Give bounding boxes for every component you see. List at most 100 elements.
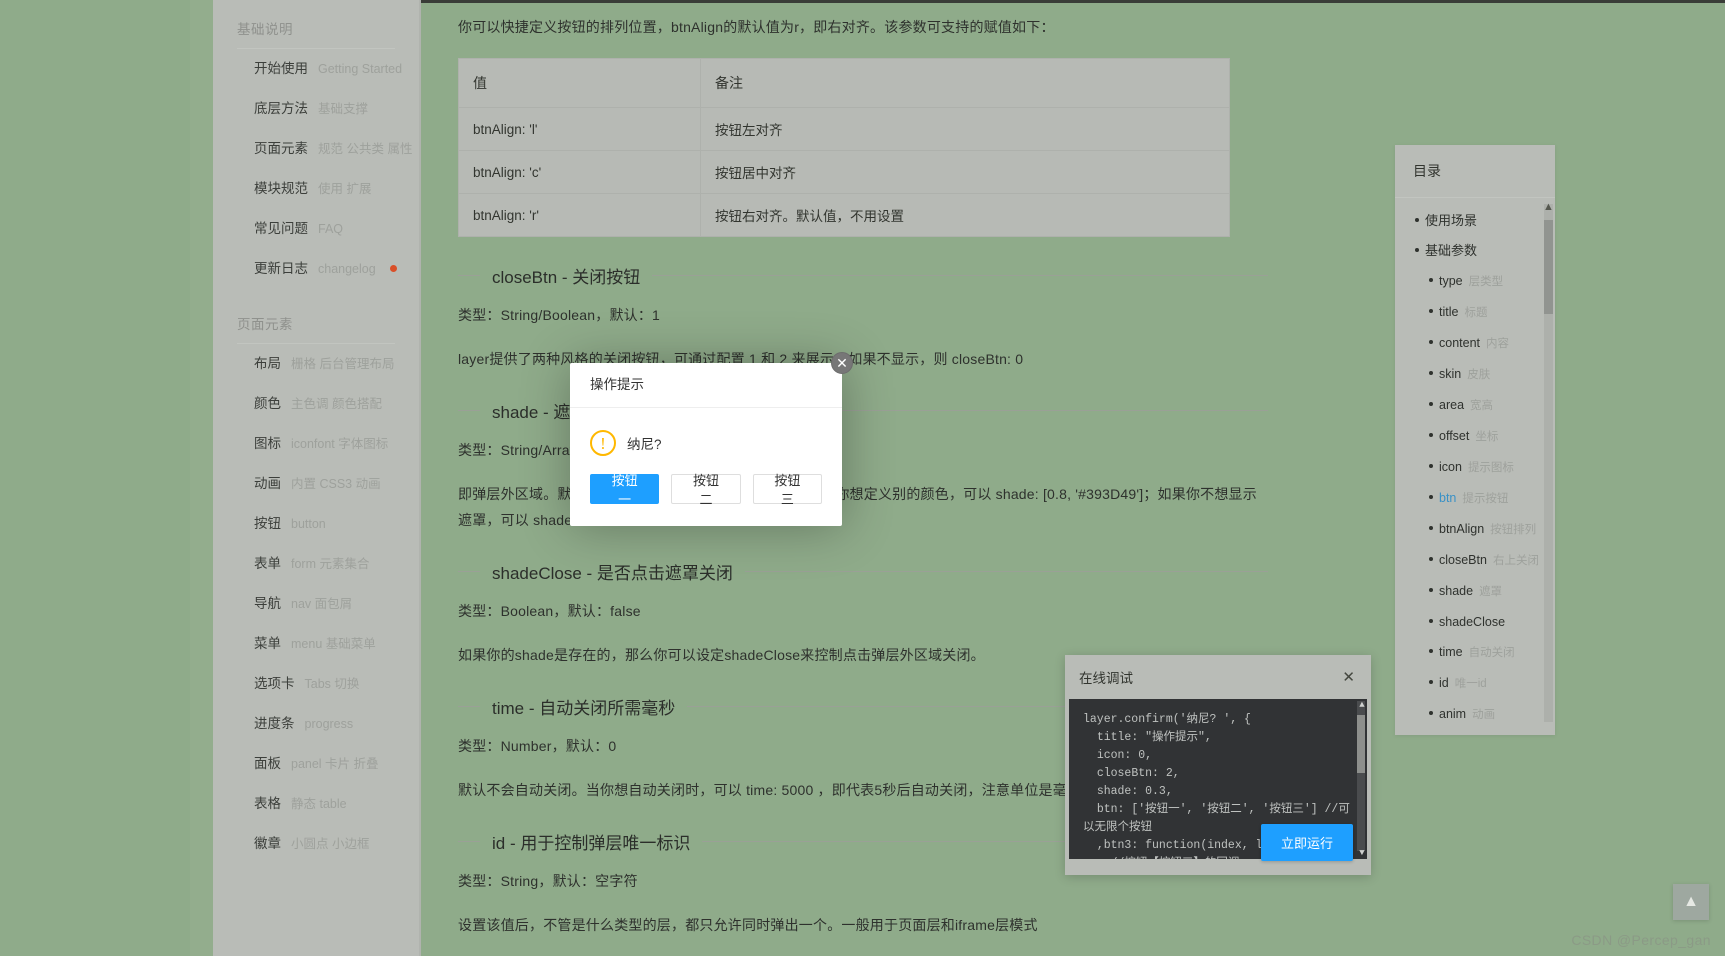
table-cell-remark: 按钮左对齐 [700, 107, 1230, 151]
new-badge-dot [389, 265, 397, 272]
sidebar-item-layout[interactable]: 布局 栅格 后台管理布局 [254, 344, 419, 384]
table-cell-value: btnAlign: 'c' [458, 150, 701, 194]
sidebar-item-label: 动画 [254, 476, 281, 491]
toc-item-basic-params[interactable]: 基础参数 [1395, 236, 1555, 266]
close-icon[interactable]: ✕ [1340, 670, 1357, 685]
sidebar-item-label: 按钮 [254, 516, 281, 531]
toc-item-label: 使用场景 [1425, 213, 1478, 228]
chevron-up-icon[interactable]: ▲ [1543, 200, 1554, 214]
sidebar-item-menu[interactable]: 菜单 menu 基础菜单 [254, 624, 419, 664]
dialog-content: ! 纳尼? [570, 408, 842, 472]
toc-item-anim[interactable]: anim 动画 [1395, 699, 1555, 728]
sidebar-item-icon[interactable]: 图标 iconfont 字体图标 [254, 424, 419, 464]
toc-scrollbar-thumb[interactable] [1544, 220, 1553, 314]
toc-item-sublabel: 唯一id [1454, 678, 1487, 690]
sidebar-item-faq[interactable]: 常见问题 FAQ [254, 209, 419, 249]
sidebar-item-nav[interactable]: 导航 nav 面包屑 [254, 584, 419, 624]
sidebar-group-title-1: 页面元素 [237, 295, 395, 344]
toc-item-label: btnAlign [1439, 522, 1485, 536]
toc-list: 使用场景 基础参数 type 层类型 title 标题 content 内容 s… [1395, 206, 1555, 728]
sidebar-item-page-elements[interactable]: 页面元素 规范 公共类 属性 [254, 129, 419, 169]
toc-item-label: anim [1439, 707, 1467, 721]
sidebar-item-label: 徽章 [254, 836, 281, 851]
section-heading-shadeclose: shadeClose - 是否点击遮罩关闭 [458, 559, 1268, 584]
table-header-value: 值 [458, 58, 701, 108]
bullet-icon [1429, 464, 1433, 468]
confirm-dialog: ✕ 操作提示 ! 纳尼? 按钮一 按钮二 按钮三 [570, 352, 853, 526]
online-debug-panel: 在线调试 ✕ layer.confirm('纳尼? ', { title: "操… [1065, 655, 1371, 875]
code-scrollbar-thumb[interactable] [1357, 715, 1365, 773]
sidebar-item-label: 选项卡 [254, 676, 295, 691]
sidebar-item-button[interactable]: 按钮 button [254, 504, 419, 544]
toc-item-area[interactable]: area 宽高 [1395, 390, 1555, 421]
bullet-icon [1429, 309, 1433, 313]
sidebar-item-label: 表单 [254, 556, 281, 571]
debug-panel-header: 在线调试 ✕ [1065, 655, 1371, 699]
toc-item-icon[interactable]: icon 提示图标 [1395, 452, 1555, 483]
toc-item-usage-scenarios[interactable]: 使用场景 [1395, 206, 1555, 236]
dialog-button-1[interactable]: 按钮一 [590, 473, 660, 507]
sidebar-item-progress[interactable]: 进度条 progress [254, 704, 419, 744]
section-type-line: 类型：String/Boolean，默认：1 [458, 307, 661, 323]
sidebar-item-sublabel: iconfont 字体图标 [291, 437, 389, 451]
toc-item-sublabel: 内容 [1486, 338, 1510, 350]
sidebar-item-changelog[interactable]: 更新日志 changelog [254, 249, 419, 289]
toc-item-btnalign[interactable]: btnAlign 按钮排列 [1395, 514, 1555, 545]
run-button[interactable]: 立即运行 [1260, 824, 1353, 861]
sidebar-item-badge[interactable]: 徽章 小圆点 小边框 [254, 824, 419, 864]
toc-item-title[interactable]: title 标题 [1395, 297, 1555, 328]
toc-item-offset[interactable]: offset 坐标 [1395, 421, 1555, 452]
back-to-top-button[interactable]: ▲ [1673, 884, 1709, 920]
sidebar-item-getting-started[interactable]: 开始使用 Getting Started [254, 49, 419, 89]
sidebar-item-tabs[interactable]: 选项卡 Tabs 切换 [254, 664, 419, 704]
section-heading-text: closeBtn - 关闭按钮 [492, 268, 641, 287]
toc-item-label: id [1439, 676, 1449, 690]
dialog-button-3[interactable]: 按钮三 [752, 473, 822, 507]
sidebar-item-form[interactable]: 表单 form 元素集合 [254, 544, 419, 584]
bullet-icon [1429, 557, 1433, 561]
table-cell-remark: 按钮居中对齐 [700, 150, 1230, 194]
sidebar-item-sublabel: 使用 扩展 [318, 182, 372, 196]
sidebar-item-table[interactable]: 表格 静态 table [254, 784, 419, 824]
dialog-button-2[interactable]: 按钮二 [671, 473, 741, 507]
sidebar-item-base-methods[interactable]: 底层方法 基础支撑 [254, 89, 419, 129]
sidebar-item-color[interactable]: 颜色 主色调 颜色搭配 [254, 384, 419, 424]
toc-item-closebtn[interactable]: closeBtn 右上关闭 [1395, 545, 1555, 576]
toc-item-content[interactable]: content 内容 [1395, 328, 1555, 359]
sidebar-item-label: 底层方法 [254, 101, 308, 116]
toc-body[interactable]: 使用场景 基础参数 type 层类型 title 标题 content 内容 s… [1395, 198, 1555, 728]
close-icon[interactable]: ✕ [831, 352, 853, 374]
btn-align-table: 值 备注 btnAlign: 'l' 按钮左对齐 btnAlign: 'c' 按… [458, 58, 1230, 237]
sidebar-item-module-spec[interactable]: 模块规范 使用 扩展 [254, 169, 419, 209]
chevron-down-icon[interactable]: ▼ [1357, 847, 1367, 859]
toc-item-type[interactable]: type 层类型 [1395, 266, 1555, 297]
toc-item-sublabel: 层类型 [1468, 276, 1504, 288]
bullet-icon [1429, 711, 1433, 715]
dialog-button-group: 按钮一 按钮二 按钮三 [570, 472, 842, 526]
section-type-line: 类型：Boolean，默认：false [458, 603, 641, 619]
toc-item-shadeclose[interactable]: shadeClose [1395, 607, 1555, 637]
arrow-up-icon: ▲ [1683, 893, 1699, 910]
sidebar-item-panel[interactable]: 面板 panel 卡片 折叠 [254, 744, 419, 784]
sidebar-item-sublabel: 内置 CSS3 动画 [291, 477, 381, 491]
toc-item-shade[interactable]: shade 遮罩 [1395, 576, 1555, 607]
toc-item-sublabel: 提示按钮 [1462, 493, 1509, 505]
sidebar-item-animation[interactable]: 动画 内置 CSS3 动画 [254, 464, 419, 504]
toc-item-label: type [1439, 274, 1463, 288]
toc-item-id[interactable]: id 唯一id [1395, 668, 1555, 699]
sidebar-item-label: 颜色 [254, 396, 281, 411]
toc-item-skin[interactable]: skin 皮肤 [1395, 359, 1555, 390]
bullet-icon [1429, 588, 1433, 592]
sidebar-item-label: 常见问题 [254, 221, 308, 236]
sidebar-item-sublabel: Tabs 切换 [304, 677, 360, 691]
toc-item-label: closeBtn [1439, 553, 1487, 567]
toc-item-label: icon [1439, 460, 1462, 474]
toc-item-btn[interactable]: btn 提示按钮 [1395, 483, 1555, 514]
sidebar-nav[interactable]: 基础说明 开始使用 Getting Started 底层方法 基础支撑 页面元素… [213, 0, 420, 956]
dialog-message: 纳尼? [627, 437, 662, 452]
toc-item-time[interactable]: time 自动关闭 [1395, 637, 1555, 668]
toc-item-sublabel: 按钮排列 [1490, 524, 1537, 536]
section-heading-text: shadeClose - 是否点击遮罩关闭 [492, 564, 733, 583]
sidebar-item-sublabel: FAQ [318, 222, 344, 236]
chevron-up-icon[interactable]: ▲ [1357, 699, 1367, 711]
